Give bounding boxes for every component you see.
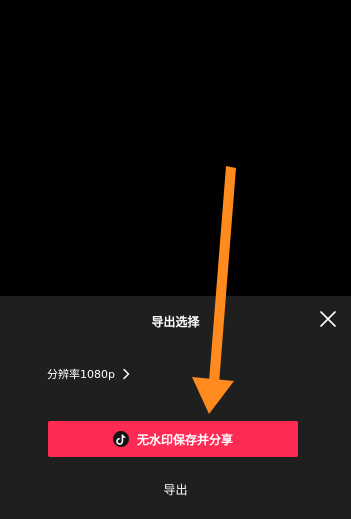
resolution-value: 1080p: [80, 367, 115, 381]
save-and-share-button[interactable]: 无水印保存并分享: [48, 421, 298, 457]
close-icon: [320, 311, 336, 327]
video-preview-area: [0, 0, 351, 296]
close-button[interactable]: [318, 309, 338, 329]
resolution-label: 分辨率: [47, 368, 80, 381]
resolution-selector[interactable]: 分辨率 1080p: [47, 366, 130, 382]
sheet-title: 导出选择: [151, 315, 200, 329]
chevron-right-icon: [123, 368, 130, 380]
export-options-sheet: 导出选择 分辨率 1080p 无水印保存并分享 导出: [0, 296, 351, 519]
tiktok-logo-icon: [112, 431, 129, 447]
export-button[interactable]: 导出: [0, 481, 351, 498]
save-and-share-label: 无水印保存并分享: [136, 432, 233, 447]
